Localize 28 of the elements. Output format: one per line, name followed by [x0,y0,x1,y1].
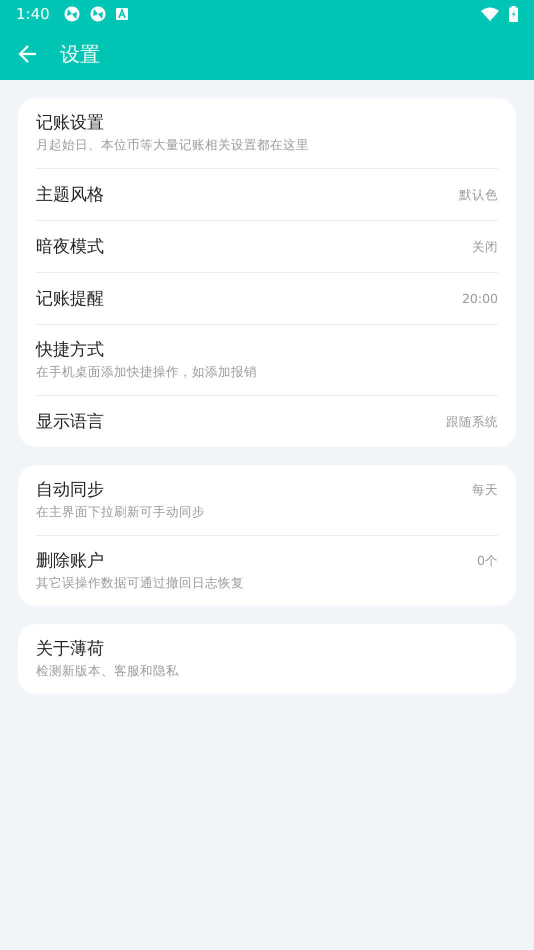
setting-title[interactable]: 记账提醒 [36,288,462,310]
notification-icon [116,8,128,20]
setting-value: 每天 [472,481,498,499]
setting-title[interactable]: 暗夜模式 [36,236,472,258]
setting-title[interactable]: 自动同步 [36,479,472,501]
setting-title[interactable]: 快捷方式 [36,339,498,361]
setting-description: 其它误操作数据可通过撤回日志恢复 [36,574,245,592]
notification-icon [90,6,106,22]
notification-icon [64,6,80,22]
setting-value: 20:00 [462,290,498,308]
status-time: 1:40 [16,5,50,23]
setting-title[interactable]: 主题风格 [36,184,459,206]
setting-description: 在主界面下拉刷新可手动同步 [36,503,206,521]
setting-value: 0个 [477,552,498,570]
setting-description: 月起始日、本位币等大量记账相关设置都在这里 [36,136,310,154]
setting-title[interactable]: 关于薄荷 [36,638,498,660]
back-icon[interactable] [18,44,38,64]
setting-title[interactable]: 删除账户 [36,550,478,572]
setting-value: 跟随系统 [446,413,498,431]
setting-title[interactable]: 记账设置 [36,112,498,134]
setting-title[interactable]: 显示语言 [36,411,446,433]
setting-description: 在手机桌面添加快捷操作，如添加报销 [36,363,258,381]
setting-value: 默认色 [459,186,498,204]
battery-icon [509,6,518,22]
setting-value: 关闭 [472,238,498,256]
page-title: 设置 [60,40,100,68]
wifi-icon [481,7,499,21]
setting-description: 检测新版本、客服和隐私 [36,662,180,680]
